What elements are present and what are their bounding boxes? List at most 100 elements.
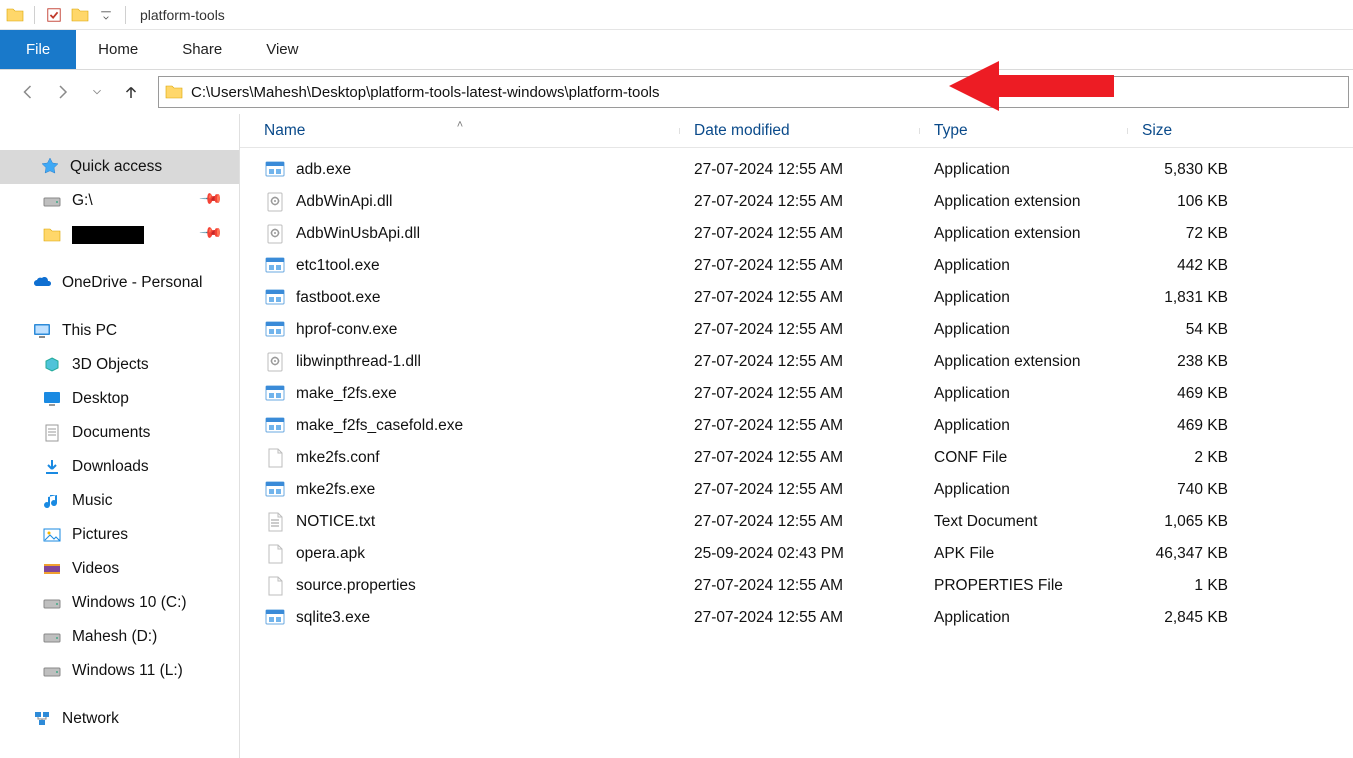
qat-folder-icon[interactable] xyxy=(4,4,26,26)
file-blank-icon xyxy=(264,447,286,469)
qat-dropdown-icon[interactable] xyxy=(95,4,117,26)
sort-indicator-icon: ˄ xyxy=(457,119,463,131)
sidebar-label: This PC xyxy=(62,322,117,340)
column-header-size[interactable]: Size xyxy=(1128,122,1248,140)
pin-icon: 📌 xyxy=(199,186,225,212)
ribbon-tab-home[interactable]: Home xyxy=(76,30,160,69)
sidebar-item-mahesh-d[interactable]: Mahesh (D:) xyxy=(0,620,239,654)
file-date: 27-07-2024 12:55 AM xyxy=(680,257,920,275)
file-row[interactable]: source.properties27-07-2024 12:55 AMPROP… xyxy=(240,570,1353,602)
sidebar-item-win11-l[interactable]: Windows 11 (L:) xyxy=(0,654,239,688)
file-row[interactable]: adb.exe27-07-2024 12:55 AMApplication5,8… xyxy=(240,154,1353,186)
file-row[interactable]: AdbWinApi.dll27-07-2024 12:55 AMApplicat… xyxy=(240,186,1353,218)
file-type: Application xyxy=(920,289,1128,307)
file-name: adb.exe xyxy=(296,161,351,179)
ribbon-tab-file[interactable]: File xyxy=(0,30,76,69)
file-size: 238 KB xyxy=(1128,353,1248,371)
file-size: 1,065 KB xyxy=(1128,513,1248,531)
file-row[interactable]: opera.apk25-09-2024 02:43 PMAPK File46,3… xyxy=(240,538,1353,570)
file-exe-icon xyxy=(264,287,286,309)
onedrive-icon xyxy=(30,271,54,295)
ribbon-tab-view[interactable]: View xyxy=(244,30,320,69)
file-exe-icon xyxy=(264,159,286,181)
file-name: sqlite3.exe xyxy=(296,609,370,627)
file-row[interactable]: hprof-conv.exe27-07-2024 12:55 AMApplica… xyxy=(240,314,1353,346)
file-type: Application xyxy=(920,385,1128,403)
sidebar-label: Music xyxy=(72,492,112,510)
sidebar-item-documents[interactable]: Documents xyxy=(0,416,239,450)
star-icon xyxy=(38,155,62,179)
file-row[interactable]: mke2fs.exe27-07-2024 12:55 AMApplication… xyxy=(240,474,1353,506)
file-dll-icon xyxy=(264,351,286,373)
column-header-type[interactable]: Type xyxy=(920,122,1128,140)
file-exe-icon xyxy=(264,415,286,437)
sidebar-label: Quick access xyxy=(70,158,162,176)
file-date: 27-07-2024 12:55 AM xyxy=(680,385,920,403)
nav-up-button[interactable] xyxy=(116,77,146,107)
file-date: 27-07-2024 12:55 AM xyxy=(680,577,920,595)
sidebar-item-redacted[interactable]: 📌 xyxy=(0,218,239,252)
file-exe-icon xyxy=(264,383,286,405)
drive-icon xyxy=(40,659,64,683)
file-date: 27-07-2024 12:55 AM xyxy=(680,353,920,371)
nav-recent-dropdown[interactable] xyxy=(82,77,112,107)
sidebar-item-music[interactable]: Music xyxy=(0,484,239,518)
file-list-pane: ˄ Name Date modified Type Size adb.exe27… xyxy=(240,114,1353,758)
sidebar-item-g-drive[interactable]: G:\ 📌 xyxy=(0,184,239,218)
file-name: make_f2fs_casefold.exe xyxy=(296,417,463,435)
column-headers: ˄ Name Date modified Type Size xyxy=(240,114,1353,148)
file-size: 1,831 KB xyxy=(1128,289,1248,307)
file-type: Application extension xyxy=(920,193,1128,211)
column-header-date[interactable]: Date modified xyxy=(680,122,920,140)
file-size: 1 KB xyxy=(1128,577,1248,595)
nav-back-button[interactable] xyxy=(14,77,44,107)
file-size: 54 KB xyxy=(1128,321,1248,339)
nav-forward-button[interactable] xyxy=(48,77,78,107)
sidebar-item-videos[interactable]: Videos xyxy=(0,552,239,586)
sidebar-label: Mahesh (D:) xyxy=(72,628,157,646)
ribbon-tab-share[interactable]: Share xyxy=(160,30,244,69)
file-row[interactable]: mke2fs.conf27-07-2024 12:55 AMCONF File2… xyxy=(240,442,1353,474)
file-size: 2 KB xyxy=(1128,449,1248,467)
file-type: Application xyxy=(920,417,1128,435)
file-date: 27-07-2024 12:55 AM xyxy=(680,513,920,531)
drive-icon xyxy=(40,625,64,649)
file-row[interactable]: make_f2fs.exe27-07-2024 12:55 AMApplicat… xyxy=(240,378,1353,410)
sidebar-this-pc[interactable]: This PC xyxy=(0,314,239,348)
file-dll-icon xyxy=(264,223,286,245)
drive-icon xyxy=(40,591,64,615)
file-row[interactable]: fastboot.exe27-07-2024 12:55 AMApplicati… xyxy=(240,282,1353,314)
file-blank-icon xyxy=(264,543,286,565)
file-name: source.properties xyxy=(296,577,416,595)
main-area: Quick access G:\ 📌 📌 OneDrive - Personal… xyxy=(0,114,1353,758)
sidebar-label: OneDrive - Personal xyxy=(62,274,202,292)
sidebar-item-3d-objects[interactable]: 3D Objects xyxy=(0,348,239,382)
address-input[interactable] xyxy=(191,84,1342,101)
sidebar-item-win10-c[interactable]: Windows 10 (C:) xyxy=(0,586,239,620)
sidebar-item-desktop[interactable]: Desktop xyxy=(0,382,239,416)
sidebar-item-downloads[interactable]: Downloads xyxy=(0,450,239,484)
file-name: opera.apk xyxy=(296,545,365,563)
sidebar-network[interactable]: Network xyxy=(0,702,239,736)
address-bar[interactable] xyxy=(158,76,1349,108)
file-row[interactable]: make_f2fs_casefold.exe27-07-2024 12:55 A… xyxy=(240,410,1353,442)
file-row[interactable]: libwinpthread-1.dll27-07-2024 12:55 AMAp… xyxy=(240,346,1353,378)
qat-properties-icon[interactable] xyxy=(43,4,65,26)
file-row[interactable]: NOTICE.txt27-07-2024 12:55 AMText Docume… xyxy=(240,506,1353,538)
file-size: 442 KB xyxy=(1128,257,1248,275)
title-bar: platform-tools xyxy=(0,0,1353,30)
sidebar-quick-access[interactable]: Quick access xyxy=(0,150,239,184)
divider xyxy=(34,6,35,24)
file-row[interactable]: AdbWinUsbApi.dll27-07-2024 12:55 AMAppli… xyxy=(240,218,1353,250)
navigation-pane: Quick access G:\ 📌 📌 OneDrive - Personal… xyxy=(0,114,240,758)
videos-icon xyxy=(40,557,64,581)
column-header-name[interactable]: ˄ Name xyxy=(240,122,680,140)
file-type: Application xyxy=(920,481,1128,499)
file-row[interactable]: sqlite3.exe27-07-2024 12:55 AMApplicatio… xyxy=(240,602,1353,634)
file-size: 469 KB xyxy=(1128,385,1248,403)
sidebar-item-pictures[interactable]: Pictures xyxy=(0,518,239,552)
qat-folder2-icon[interactable] xyxy=(69,4,91,26)
file-row[interactable]: etc1tool.exe27-07-2024 12:55 AMApplicati… xyxy=(240,250,1353,282)
sidebar-onedrive[interactable]: OneDrive - Personal xyxy=(0,266,239,300)
sidebar-label: Videos xyxy=(72,560,119,578)
